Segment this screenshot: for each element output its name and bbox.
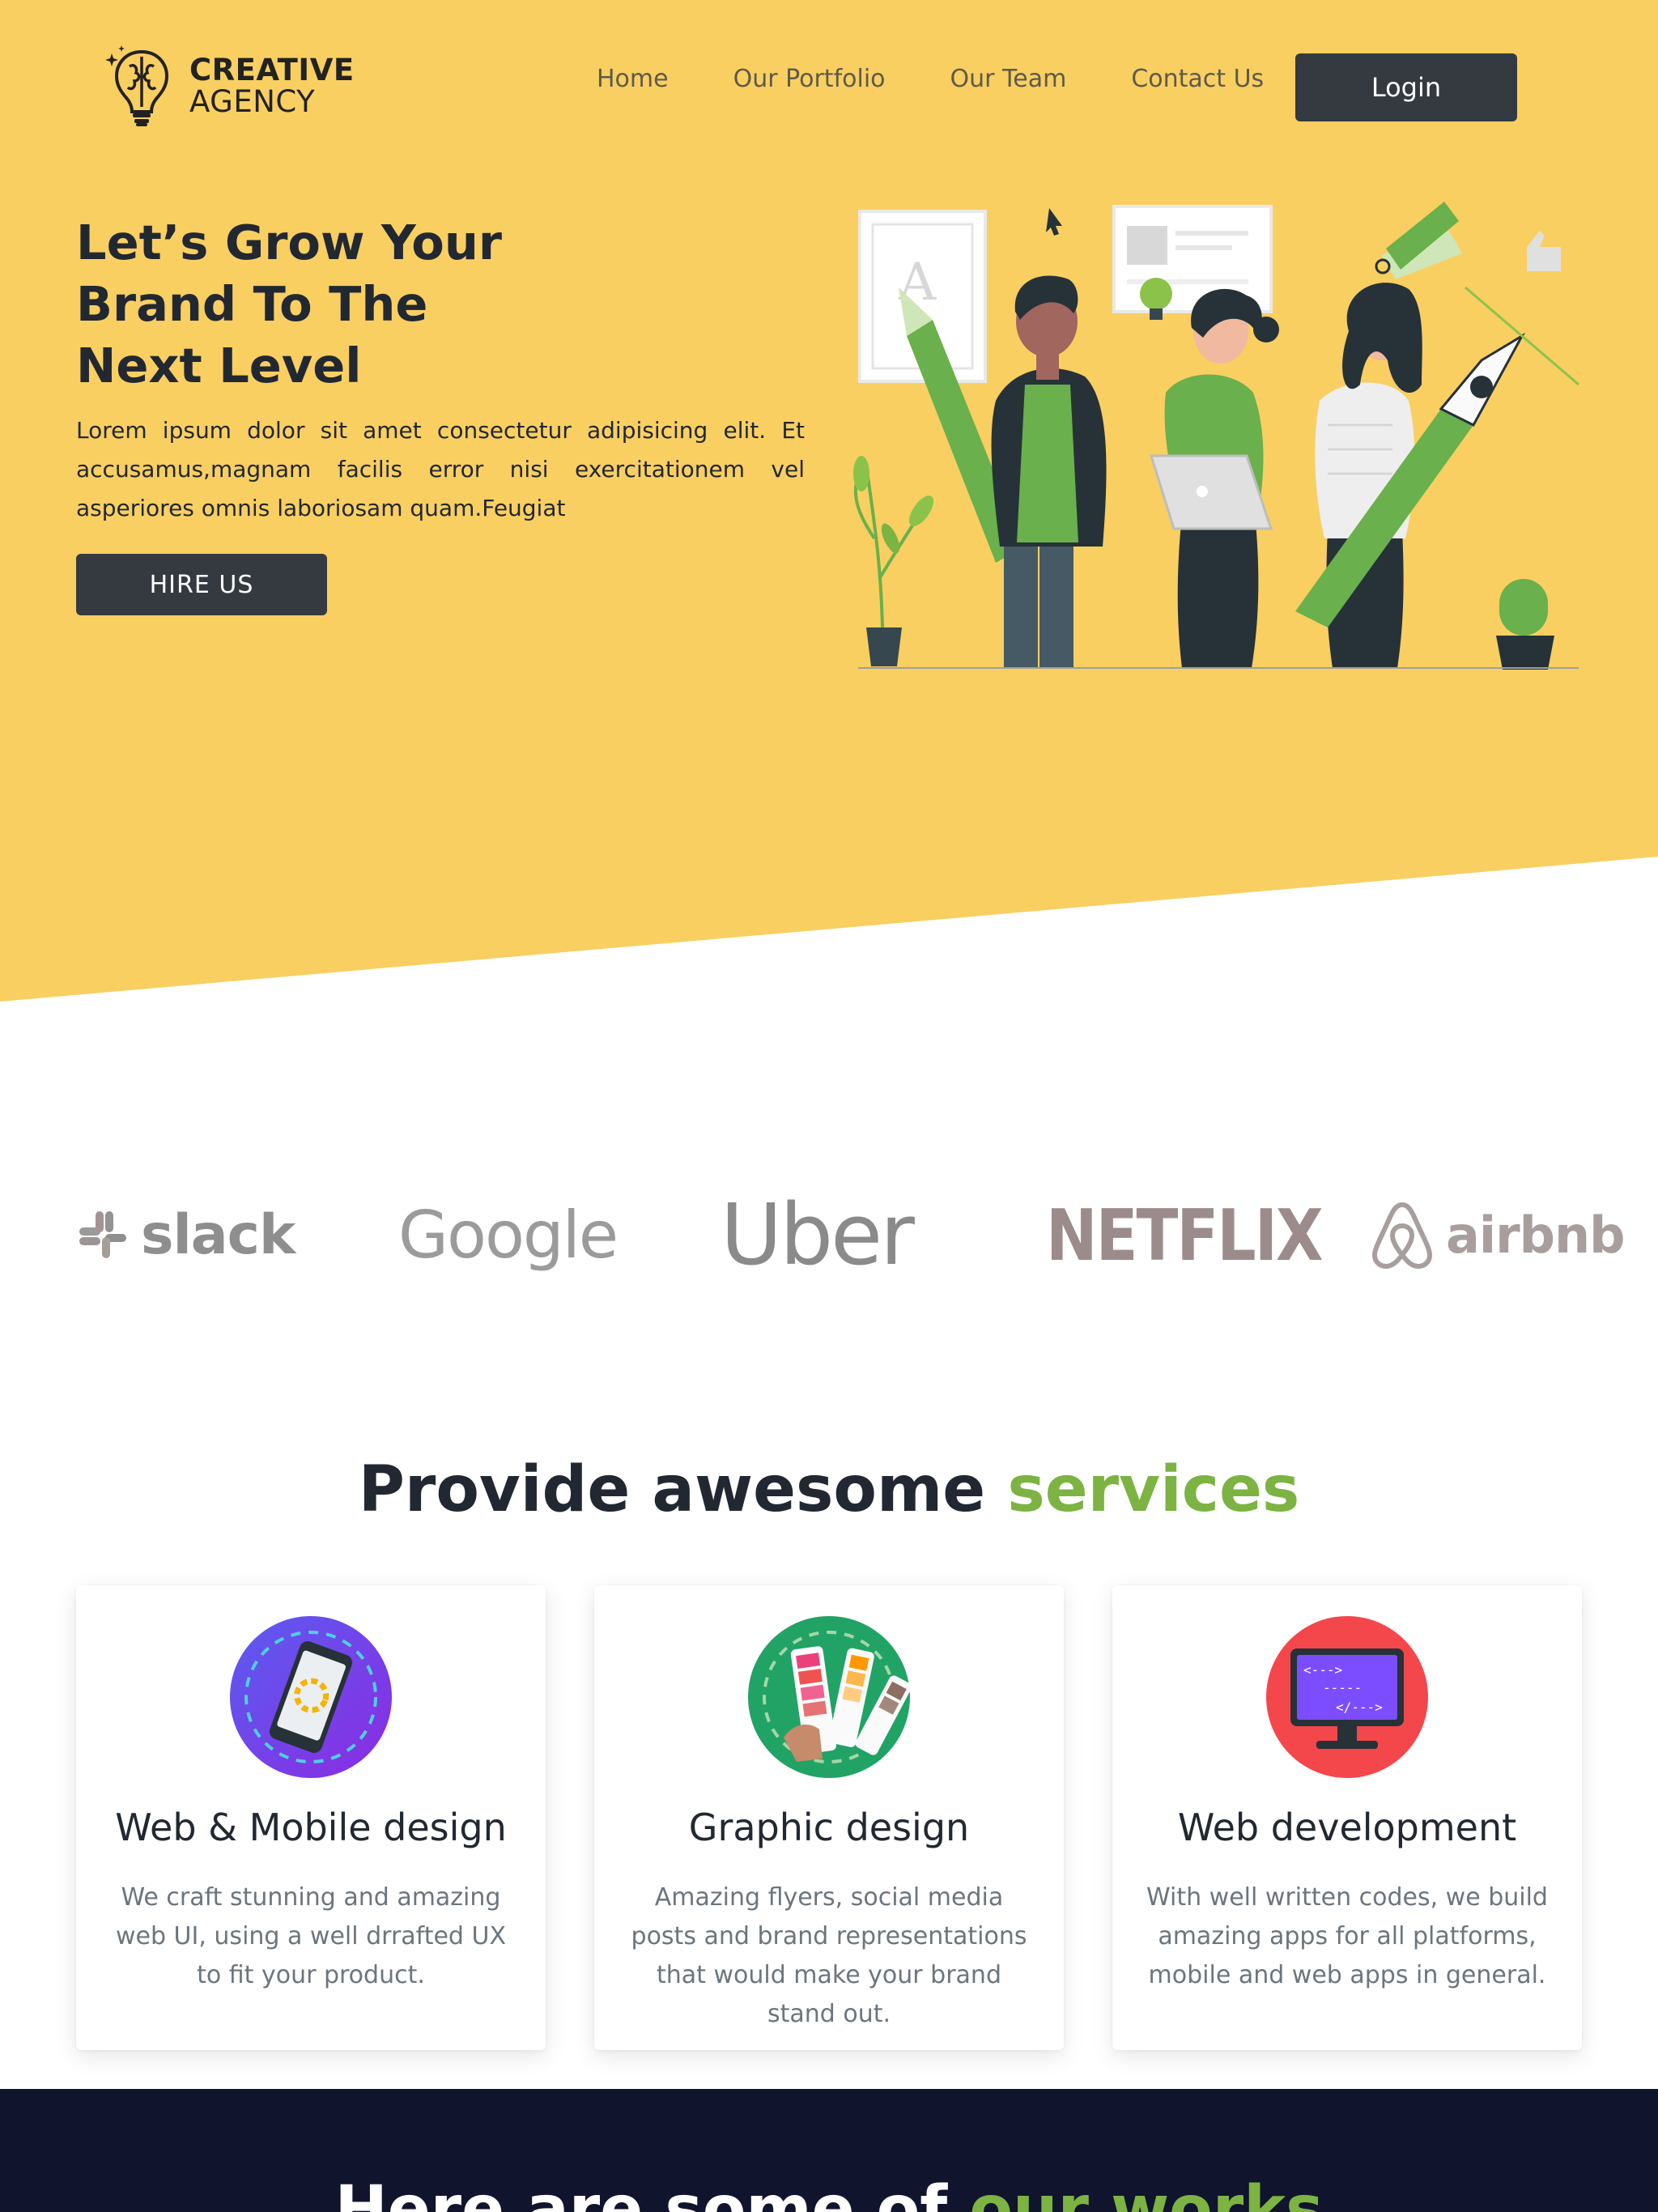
svg-text:</--->: </---> — [1336, 1699, 1383, 1715]
hero-title: Let’s Grow Your Brand To The Next Level — [76, 212, 643, 397]
brand-name-line1: CREATIVE — [189, 53, 355, 88]
nav-link-contact[interactable]: Contact Us — [1131, 65, 1264, 93]
airbnb-logo: airbnb — [1370, 1166, 1626, 1304]
services-title-accent: services — [1007, 1453, 1300, 1526]
hero-description: Lorem ipsum dolor sit amet consectetur a… — [76, 417, 805, 521]
nav-link-team[interactable]: Our Team — [950, 65, 1067, 93]
service-card-web-dev[interactable]: <---> ----- </---> Web development With … — [1112, 1585, 1582, 2050]
service-card-title: Graphic design — [688, 1806, 970, 1849]
svg-text:-----: ----- — [1323, 1680, 1362, 1695]
services-title-text: Provide awesome — [358, 1453, 986, 1526]
works-title-text: Here are some of — [334, 2173, 948, 2212]
hero-title-line: Let’s Grow Your — [76, 215, 502, 270]
mobile-design-icon — [230, 1616, 392, 1778]
google-wordmark: Google — [398, 1197, 619, 1273]
works-section: Here are some of our works — [0, 2089, 1658, 2212]
partner-logos: slack Google Uber NETFLIX airbnb — [0, 1166, 1658, 1304]
service-card-text: We craft stunning and amazing web UI, us… — [115, 1883, 507, 1989]
service-card-web-mobile[interactable]: Web & Mobile design We craft stunning an… — [76, 1585, 546, 2050]
service-card-title: Web development — [1177, 1806, 1517, 1849]
brand-name: CREATIVE AGENCY — [189, 53, 355, 119]
hero-title-line: Brand To The — [76, 276, 428, 332]
service-card-title: Web & Mobile design — [115, 1806, 507, 1849]
hire-us-button[interactable]: HIRE US — [76, 554, 327, 615]
service-card-graphic[interactable]: Graphic design Amazing flyers, social me… — [594, 1585, 1064, 2050]
airbnb-wordmark: airbnb — [1446, 1205, 1626, 1265]
brand-name-line2: AGENCY — [189, 84, 316, 119]
nav-link-portfolio[interactable]: Our Portfolio — [733, 65, 886, 93]
color-palette-icon — [748, 1616, 910, 1778]
main-nav: Home Our Portfolio Our Team Contact Us — [597, 65, 1329, 93]
navbar: CREATIVE AGENCY Home Our Portfolio Our T… — [0, 0, 1658, 178]
svg-text:<--->: <---> — [1303, 1662, 1342, 1678]
netflix-logo: NETFLIX — [1046, 1166, 1324, 1304]
slack-icon — [79, 1211, 126, 1258]
services-title: Provide awesome services — [0, 1453, 1658, 1526]
login-button[interactable]: Login — [1295, 53, 1517, 121]
slack-logo: slack — [76, 1166, 295, 1304]
netflix-wordmark: NETFLIX — [1046, 1193, 1324, 1277]
service-card-text: With well written codes, we build amazin… — [1146, 1883, 1548, 1989]
code-monitor-icon: <---> ----- </---> — [1266, 1616, 1428, 1778]
works-title: Here are some of our works — [0, 2173, 1658, 2212]
uber-wordmark: Uber — [721, 1185, 915, 1284]
brand-logo[interactable]: CREATIVE AGENCY — [105, 42, 364, 131]
lightbulb-brain-icon — [105, 45, 169, 126]
slack-wordmark: slack — [141, 1202, 295, 1267]
works-title-accent: our works — [969, 2173, 1324, 2212]
team-illustration: A — [853, 202, 1579, 670]
airbnb-icon — [1371, 1202, 1433, 1270]
hero-section: CREATIVE AGENCY Home Our Portfolio Our T… — [0, 0, 1658, 1004]
service-card-text: Amazing flyers, social media posts and b… — [631, 1883, 1027, 2028]
services-cards: Web & Mobile design We craft stunning an… — [76, 1585, 1582, 2050]
nav-link-home[interactable]: Home — [597, 65, 669, 93]
hero-title-line: Next Level — [76, 338, 362, 393]
google-logo: Google — [398, 1166, 619, 1304]
uber-logo: Uber — [721, 1166, 915, 1304]
